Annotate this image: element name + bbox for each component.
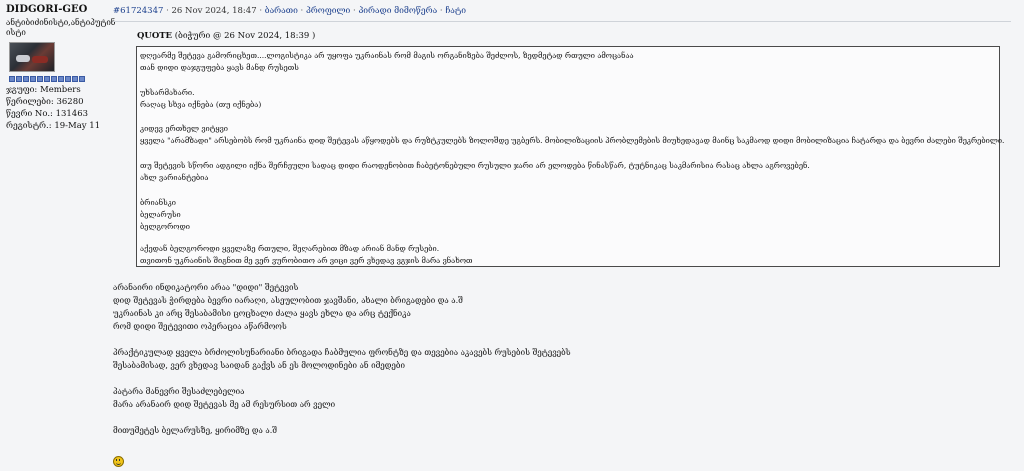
- quote-line: კიდევ ერთხელ ვიტყვი: [140, 124, 228, 133]
- post-text: არანაირი ინდიკატორი არაა "დიდი" შეტევის …: [113, 281, 571, 437]
- quote-line: ბელგოროდი: [140, 222, 190, 231]
- author-registered: რეგისტრ.: 19-May 11: [6, 121, 101, 131]
- post-header: #61724347 · 26 Nov 2024, 18:47 · ბარათი …: [113, 4, 1011, 22]
- quote-line: ბრიანსკი: [140, 198, 176, 207]
- post-line: უკრაინას კი არც შესაბამისი ცოცხალი ძალა …: [113, 309, 411, 318]
- author-meta: ჯგუფი: Members წერილები: 36280 წევრი No.…: [6, 84, 106, 132]
- user-title-line2: ისტი: [6, 28, 26, 37]
- post-line: მითუმეტეს ბელარუსზე, ყირიმზე და ა.შ: [113, 426, 278, 435]
- post-id-link[interactable]: #61724347: [113, 6, 163, 16]
- quote-line: ყველა "არამზადი" არსებობს რომ უკრაინა დი…: [140, 136, 1005, 145]
- post-line: არანაირი ინდიკატორი არაა "დიდი" შეტევის: [113, 283, 299, 292]
- action-private-message-link[interactable]: პირადი მიმოწერა: [358, 6, 437, 16]
- quote-label: QUOTE: [137, 31, 173, 41]
- post-line: მარა არანაირ დიდ შეტევას მე ამ რესურსით …: [113, 400, 336, 409]
- smiley-icon: [113, 456, 124, 467]
- post-line: პატარა მანევრი შესაძლებელია: [113, 387, 245, 396]
- action-chat-link[interactable]: ჩატი: [445, 6, 466, 16]
- action-profile-link[interactable]: პროფილი: [306, 6, 350, 16]
- quote-meta: (ბიჭური @ 26 Nov 2024, 18:39 ): [174, 31, 316, 41]
- forum-post: DIDGORI-GEO ანტიბიძინისტი,ანტიპუტინ ისტი…: [0, 0, 1024, 471]
- post-date: 26 Nov 2024, 18:47: [171, 6, 257, 16]
- post-line: დიდ შეტევას ჭირდება ბევრი იარაღი, ასეულო…: [113, 296, 463, 305]
- quote-line: თვითონ უკრაინის შიგნით მე ვერ ვურობითო ა…: [140, 256, 473, 265]
- quote-line: თუ შეტევის სწორი ადგილი იქნა შერჩეული სა…: [140, 161, 810, 170]
- quote-line: უხსარმახარი.: [140, 88, 195, 97]
- post-line: რომ დიდი შეტევითი ოპერაცია აწარმოოს: [113, 322, 287, 331]
- post-body: #61724347 · 26 Nov 2024, 18:47 · ბარათი …: [113, 4, 1013, 467]
- avatar: [9, 42, 55, 72]
- quote-line: აქედან ბელგოროდი ყველაზე რთული, შეღარები…: [140, 244, 440, 253]
- author-post-count: წერილები: 36280: [6, 97, 84, 107]
- user-title-line1: ანტიბიძინისტი,ანტიპუტინ: [6, 18, 116, 27]
- quote-line: ახლ ვარიანტებია: [140, 173, 209, 182]
- quote-box: დღეარმე შეტევა გამორიცხეთ....ლოგისტიკა ა…: [136, 46, 1004, 267]
- action-card-link[interactable]: ბარათი: [265, 6, 298, 16]
- author-member-number: წევრი No.: 131463: [6, 109, 89, 119]
- author-group: ჯგუფი: Members: [6, 85, 81, 95]
- quote-line: რაღაც სხვა იქნება (თუ იქნება): [140, 100, 262, 109]
- post-line: შესაბამისად, ვერ ვხედავ საიდან გაქვს ან …: [113, 361, 405, 370]
- author-name[interactable]: DIDGORI-GEO: [6, 4, 106, 16]
- quote-line: თან დიდი დაჯგუფება ყავს მანდ რუსეთს: [140, 63, 299, 72]
- quote-header: QUOTE (ბიჭური @ 26 Nov 2024, 18:39 ): [137, 31, 315, 41]
- quote-line: ბელარუსი: [140, 210, 181, 219]
- rank-pips-icon: [9, 76, 106, 82]
- author-sidebar: DIDGORI-GEO ანტიბიძინისტი,ანტიპუტინ ისტი…: [6, 4, 116, 132]
- quote-line: დღეარმე შეტევა გამორიცხეთ....ლოგისტიკა ა…: [140, 51, 634, 60]
- post-line: პრაქტიკულად ყველა ბრძოლისუნარიანი ბრიგად…: [113, 348, 571, 357]
